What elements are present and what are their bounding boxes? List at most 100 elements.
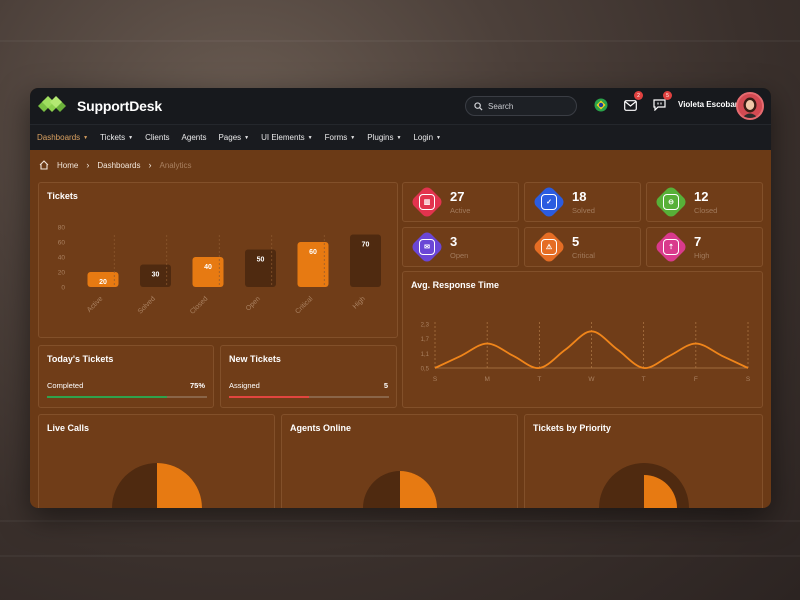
breadcrumb-home[interactable]: Home <box>57 161 78 170</box>
nav-item-label: Clients <box>145 133 170 142</box>
bar-value-label: 50 <box>257 257 265 264</box>
nav-item-agents[interactable]: Agents <box>182 133 207 142</box>
breadcrumb-dashboards[interactable]: Dashboards <box>97 161 140 170</box>
assigned-progress-fill <box>229 396 309 398</box>
caret-down-icon: ▼ <box>83 134 89 141</box>
open-icon: ✉ <box>419 239 435 255</box>
stat-label: High <box>694 251 710 260</box>
stat-label: Active <box>450 206 471 215</box>
caret-down-icon: ▼ <box>436 134 441 141</box>
mail-icon <box>623 99 637 111</box>
nav-item-label: Forms <box>324 133 348 142</box>
live-calls-panel: Live Calls <box>38 414 275 508</box>
nav-item-tickets[interactable]: Tickets ▼ <box>100 133 133 142</box>
assigned-label: Assigned <box>229 381 260 390</box>
app-window: SupportDesk Search 2 5 Violeta Escobar D… <box>30 88 771 508</box>
bar-open <box>245 249 276 287</box>
todays-tickets-title: Today's Tickets <box>47 354 114 364</box>
stat-card-open[interactable]: ✉ 3 Open <box>402 227 519 267</box>
mail-button[interactable]: 2 <box>622 91 643 113</box>
x-tick-label: M <box>484 376 489 383</box>
x-tick-label: Closed <box>189 295 209 315</box>
x-tick-label: W <box>588 376 595 383</box>
app-name: SupportDesk <box>77 98 162 114</box>
nav-item-label: UI Elements <box>261 133 305 142</box>
nav-item-forms[interactable]: Forms ▼ <box>325 133 356 142</box>
y-tick-label: 40 <box>58 255 66 262</box>
x-tick-label: S <box>746 376 751 383</box>
brazil-flag-icon <box>594 98 608 112</box>
chat-button[interactable]: 5 <box>651 91 672 113</box>
x-tick-label: T <box>642 376 646 383</box>
caret-down-icon: ▼ <box>128 134 134 141</box>
active-icon: ▥ <box>419 194 435 210</box>
breadcrumb: Home › Dashboards › Analytics <box>39 160 192 170</box>
chat-badge: 5 <box>663 91 672 100</box>
new-tickets-panel: New Tickets Assigned 5 <box>220 345 397 408</box>
assigned-value: 5 <box>383 381 388 390</box>
bar-value-label: 30 <box>152 272 160 279</box>
y-tick-label: 20 <box>58 270 66 277</box>
nav-item-ui-elements[interactable]: UI Elements ▼ <box>261 133 313 142</box>
search-placeholder: Search <box>488 101 514 111</box>
critical-icon: ⚠ <box>541 239 557 255</box>
y-tick-label: 0,5 <box>421 367 430 373</box>
todays-tickets-panel: Today's Tickets Completed 75% <box>38 345 214 408</box>
caret-down-icon: ▼ <box>244 134 250 141</box>
x-tick-label: High <box>352 295 367 310</box>
nav-item-label: Plugins <box>367 133 394 142</box>
completed-value: 75% <box>189 381 205 390</box>
agents-online-panel: Agents Online <box>281 414 518 508</box>
stat-value: 5 <box>572 234 580 249</box>
stat-card-critical[interactable]: ⚠ 5 Critical <box>524 227 641 267</box>
breadcrumb-current: Analytics <box>159 160 192 170</box>
nav-item-login[interactable]: Login ▼ <box>413 133 441 142</box>
dashboard-content: Home › Dashboards › Analytics Tickets 02… <box>30 150 771 508</box>
tickets-priority-pie-chart <box>599 463 689 508</box>
chevron-right-icon: › <box>86 160 90 170</box>
completed-progress-fill <box>47 396 167 398</box>
stat-value: 3 <box>450 234 458 249</box>
stat-card-solved[interactable]: ✓ 18 Solved <box>524 182 641 222</box>
logo-icon <box>38 96 66 112</box>
x-tick-label: T <box>537 376 541 383</box>
top-bar: SupportDesk Search 2 5 Violeta Escobar <box>30 88 771 124</box>
tickets-bar-chart: 0 20 40 60 80 20 Active 30 Solved 40 Closed 50 Open 6… <box>58 225 381 316</box>
nav-item-clients[interactable]: Clients <box>145 133 169 142</box>
completed-progress <box>47 396 207 398</box>
stat-card-closed[interactable]: ⊖ 12 Closed <box>646 182 763 222</box>
nav-item-label: Tickets <box>100 133 126 142</box>
language-button[interactable] <box>593 97 609 113</box>
pie-slice <box>157 463 202 508</box>
y-tick-label: 80 <box>58 225 66 232</box>
logo[interactable]: SupportDesk <box>38 96 162 116</box>
nav-item-plugins[interactable]: Plugins ▼ <box>367 133 401 142</box>
stat-label: Critical <box>572 251 595 260</box>
main-nav: Dashboards ▼ Tickets ▼ Clients Agents Pages ▼ UI… <box>30 124 771 150</box>
chevron-right-icon: › <box>148 160 152 170</box>
y-tick-label: 1,1 <box>421 352 430 358</box>
x-tick-label: F <box>694 376 698 383</box>
bar-value-label: 40 <box>204 264 212 271</box>
stat-value: 7 <box>694 234 702 249</box>
nav-item-dashboards[interactable]: Dashboards ▼ <box>37 133 88 142</box>
user-name[interactable]: Violeta Escobar <box>678 100 738 109</box>
nav-item-pages[interactable]: Pages ▼ <box>218 133 249 142</box>
stat-value: 12 <box>694 189 709 204</box>
x-tick-label: S <box>433 376 438 383</box>
avatar[interactable] <box>736 92 764 120</box>
y-tick-label: 2,3 <box>421 323 430 329</box>
closed-icon: ⊖ <box>663 194 679 210</box>
response-time-line-chart: 0,5 1,1 1,7 2,3 S M T W T F S <box>421 322 751 383</box>
y-tick-label: 60 <box>58 240 66 247</box>
nav-item-label: Dashboards <box>37 133 81 142</box>
home-icon[interactable] <box>39 160 49 170</box>
stat-card-high[interactable]: ⇡ 7 High <box>646 227 763 267</box>
pie-slice <box>400 471 437 508</box>
search-input[interactable]: Search <box>465 96 577 116</box>
stat-card-active[interactable]: ▥ 27 Active <box>402 182 519 222</box>
solved-icon: ✓ <box>541 194 557 210</box>
tickets-priority-panel: Tickets by Priority <box>524 414 763 508</box>
new-tickets-title: New Tickets <box>229 354 281 364</box>
agents-online-pie-chart <box>363 471 437 508</box>
